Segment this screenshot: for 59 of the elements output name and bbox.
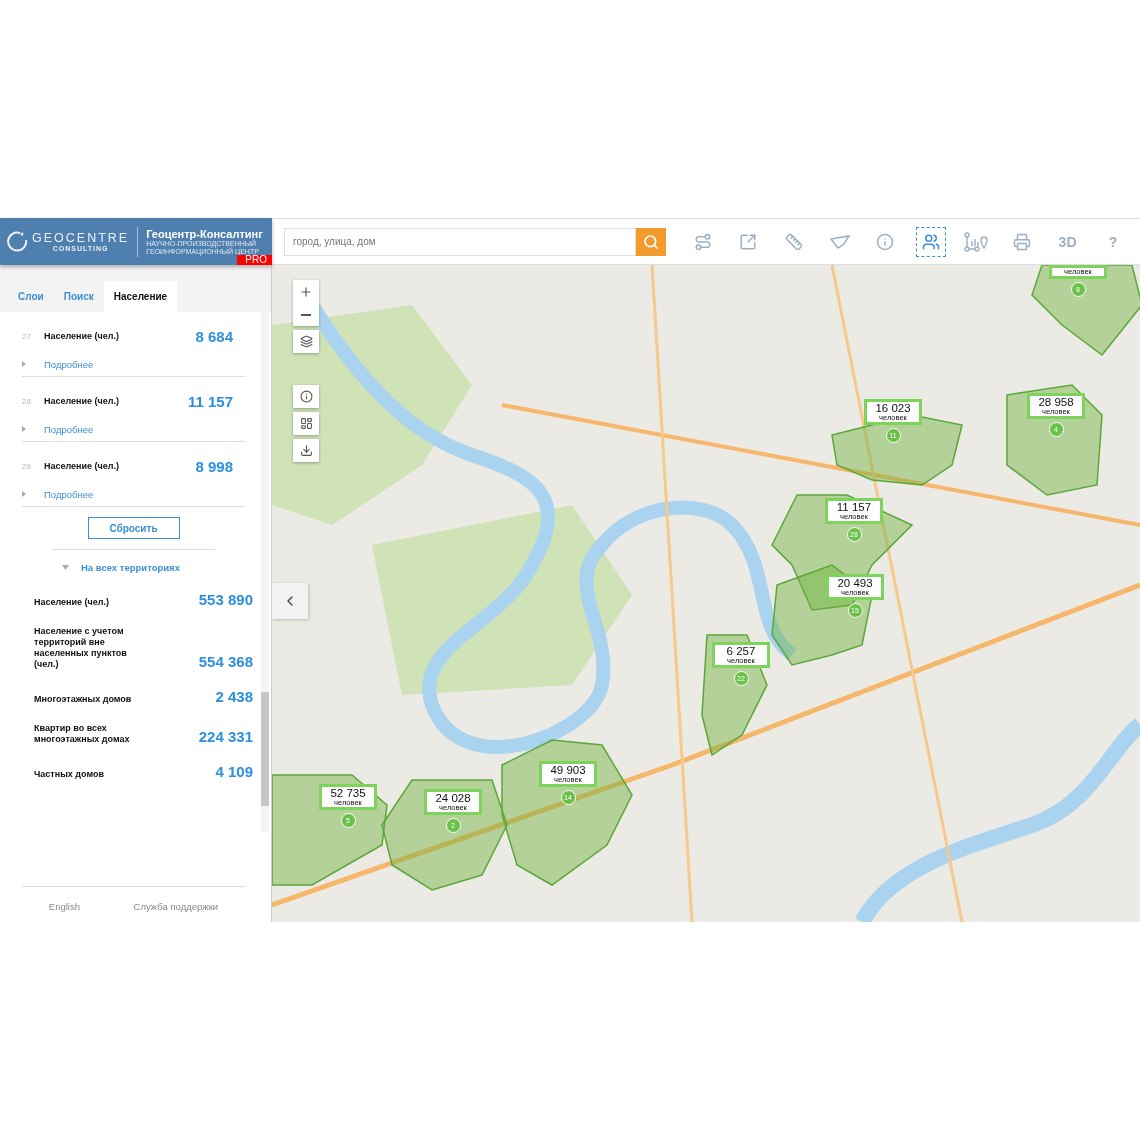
polygon-icon <box>829 234 850 249</box>
chart-pin-icon <box>964 231 989 252</box>
search-field[interactable]: город, улица, дом <box>284 227 636 256</box>
caret-icon <box>22 491 26 497</box>
result-label: Население (чел.) <box>44 331 121 341</box>
printer-icon <box>1012 232 1031 251</box>
people-icon <box>921 232 940 251</box>
result-label: Население (чел.) <box>44 396 121 406</box>
details-link[interactable]: Подробнее <box>44 358 196 370</box>
layers-icon <box>299 335 313 348</box>
company-name: Геоцентр-Консалтинг <box>146 227 263 240</box>
pro-badge: PRO <box>237 255 272 265</box>
caret-icon <box>22 426 26 432</box>
sidebar-tab[interactable]: Население <box>103 281 178 312</box>
sidebar-tab[interactable]: Поиск <box>53 281 104 312</box>
stat-label: Население (чел.) <box>34 597 111 608</box>
ruler-icon <box>785 232 803 251</box>
stat-value: 4 109 <box>215 763 253 780</box>
minus-icon <box>301 313 311 316</box>
totals-expander[interactable]: На всех территориях <box>52 549 215 573</box>
search-icon <box>643 233 659 250</box>
collapse-sidebar-button[interactable] <box>272 583 308 619</box>
download-icon <box>299 444 313 457</box>
result-value: 8 684 <box>195 327 234 345</box>
result-value: 11 157 <box>187 392 234 410</box>
caret-icon <box>22 361 26 367</box>
download-button[interactable] <box>293 439 319 462</box>
result-value: 8 998 <box>195 457 234 475</box>
info-icon <box>299 390 313 403</box>
logo-wordmark: GEOCENTRE <box>32 231 130 245</box>
footer-link[interactable]: English <box>48 901 80 912</box>
details-link[interactable]: Подробнее <box>44 488 196 500</box>
layers-button[interactable] <box>293 330 319 353</box>
stat-value: 554 368 <box>198 653 253 670</box>
reset-button[interactable]: Сбросить <box>87 517 180 539</box>
stat-value: 224 331 <box>198 728 253 745</box>
route-icon <box>693 232 712 251</box>
info-icon <box>876 232 895 251</box>
stat-value: 2 438 <box>215 688 253 705</box>
stat-label: Многоэтажных домов <box>34 694 132 705</box>
stat-label: Население с учетом территорий вне населенных пунктов (чел.) <box>34 626 128 670</box>
sidebar-tab[interactable]: Слои <box>8 281 54 312</box>
stat-label: Квартир во всех многоэтажных домах <box>34 723 131 745</box>
footer-link[interactable]: Служба поддержки <box>133 901 219 912</box>
info-button[interactable] <box>293 385 319 408</box>
plus-icon <box>299 284 313 299</box>
zoom-out-button[interactable] <box>293 303 319 326</box>
result-label: Население (чел.) <box>44 461 121 471</box>
stat-value: 553 890 <box>198 591 253 608</box>
details-link[interactable]: Подробнее <box>44 423 188 435</box>
scrollbar[interactable] <box>261 312 269 832</box>
floorplan-button[interactable] <box>293 412 319 435</box>
toolbar-button[interactable] <box>915 226 946 257</box>
caret-icon <box>62 565 69 570</box>
expand-icon <box>739 232 758 251</box>
stat-label: Частных домов <box>34 769 106 780</box>
layout-icon <box>299 417 313 430</box>
logo-icon <box>6 230 28 253</box>
search-button[interactable] <box>636 227 666 256</box>
